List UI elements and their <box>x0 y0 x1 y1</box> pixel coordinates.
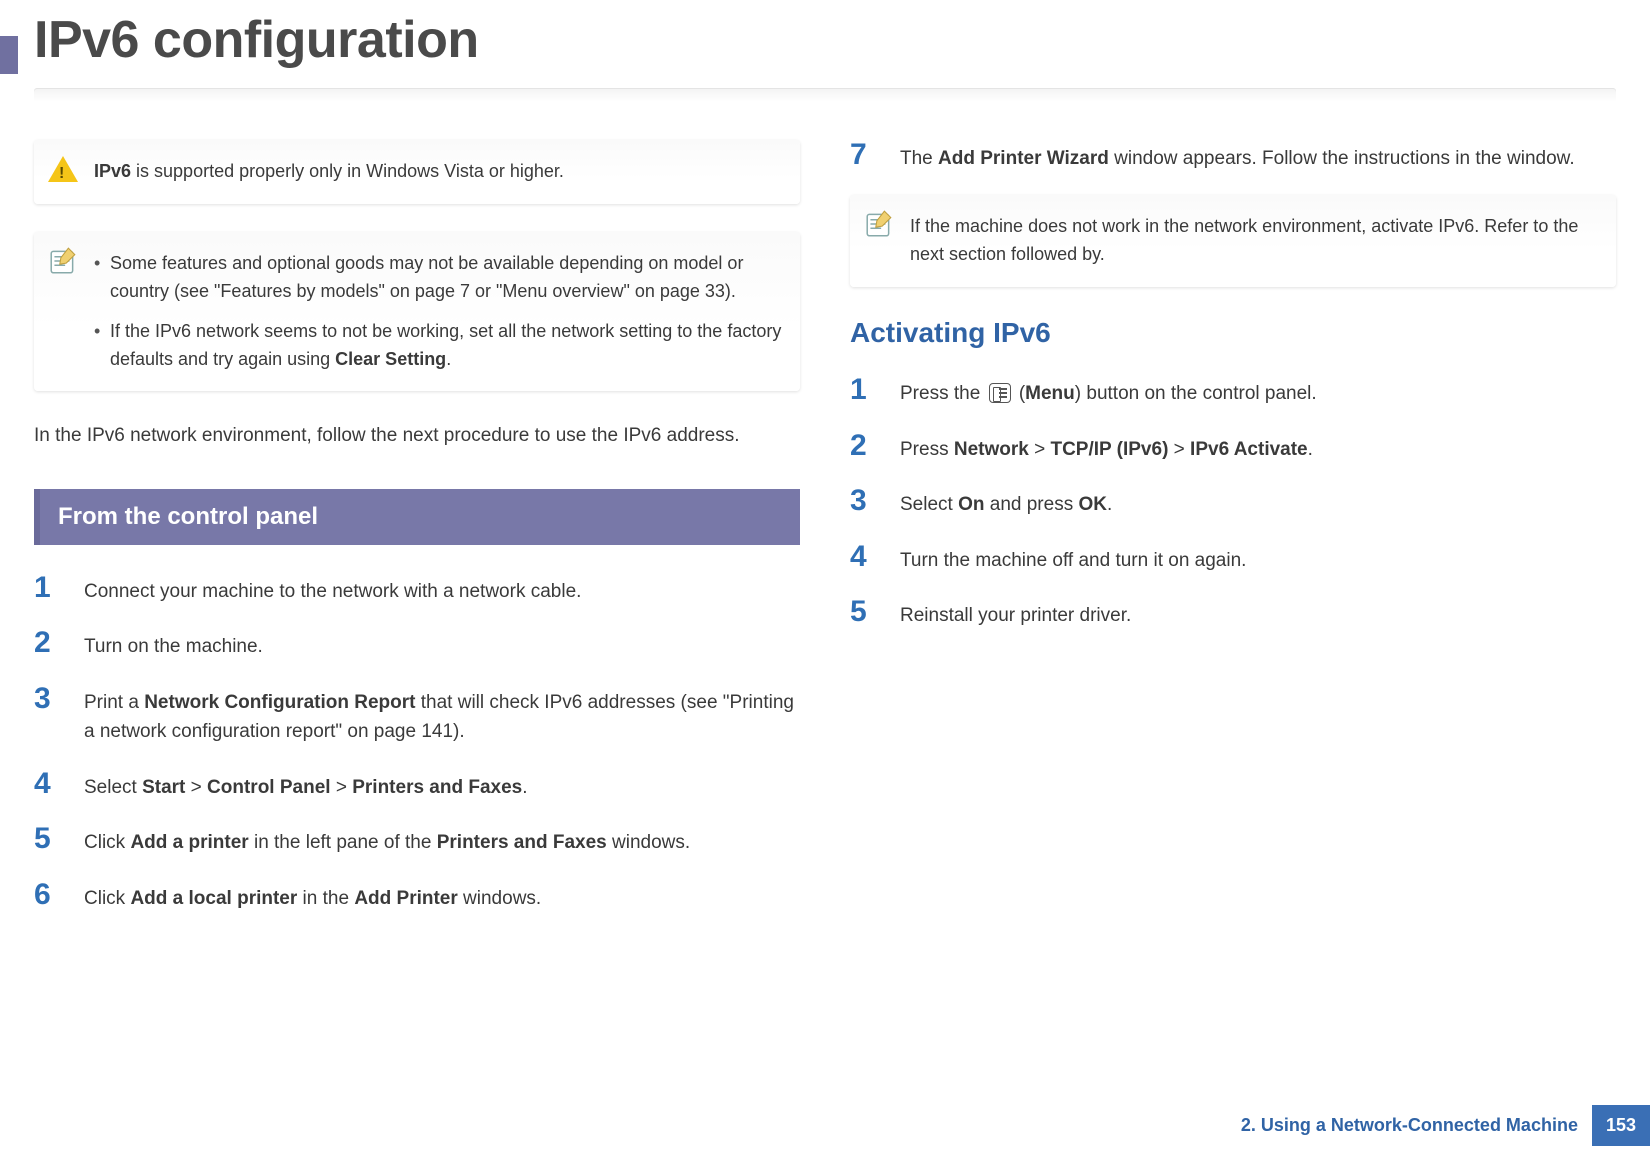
note2-text: If the machine does not work in the netw… <box>910 216 1578 264</box>
step-number: 1 <box>850 375 878 405</box>
intro-text: In the IPv6 network environment, follow … <box>34 421 800 450</box>
activate-step-3: 3 Select On and press OK. <box>850 486 1616 519</box>
footer-chapter: 2. Using a Network-Connected Machine <box>1241 1115 1578 1136</box>
step-body: Click Add a local printer in the Add Pri… <box>84 880 541 913</box>
note-icon <box>48 246 78 276</box>
step-body: Click Add a printer in the left pane of … <box>84 824 690 857</box>
step-number: 7 <box>850 140 878 170</box>
note-box-2: If the machine does not work in the netw… <box>850 195 1616 287</box>
note-icon <box>864 209 894 239</box>
section-heading: From the control panel <box>34 489 800 545</box>
note1-item1: Some features and optional goods may not… <box>94 250 782 306</box>
menu-icon <box>989 383 1011 403</box>
step-number: 1 <box>34 573 62 603</box>
step-number: 3 <box>850 486 878 516</box>
step-body: Turn on the machine. <box>84 628 263 661</box>
step-body: Turn the machine off and turn it on agai… <box>900 542 1246 575</box>
warning-icon <box>48 154 78 184</box>
step-3: 3 Print a Network Configuration Report t… <box>34 684 800 747</box>
step-7: 7 The Add Printer Wizard window appears.… <box>850 140 1616 173</box>
step-body: Select Start > Control Panel > Printers … <box>84 769 528 802</box>
step-number: 5 <box>850 597 878 627</box>
step-body: The Add Printer Wizard window appears. F… <box>900 140 1575 173</box>
step-number: 4 <box>850 542 878 572</box>
warning-box: IPv6 is supported properly only in Windo… <box>34 140 800 204</box>
page-title: IPv6 configuration <box>0 0 1650 88</box>
right-column: 7 The Add Printer Wizard window appears.… <box>850 140 1616 935</box>
step-6: 6 Click Add a local printer in the Add P… <box>34 880 800 913</box>
step-body: Press the (Menu) button on the control p… <box>900 375 1317 408</box>
note1-item2: If the IPv6 network seems to not be work… <box>94 318 782 374</box>
step-body: Press Network > TCP/IP (IPv6) > IPv6 Act… <box>900 431 1313 464</box>
activate-step-5: 5 Reinstall your printer driver. <box>850 597 1616 630</box>
step-number: 5 <box>34 824 62 854</box>
activate-step-4: 4 Turn the machine off and turn it on ag… <box>850 542 1616 575</box>
activate-step-2: 2 Press Network > TCP/IP (IPv6) > IPv6 A… <box>850 431 1616 464</box>
right-steps-top: 7 The Add Printer Wizard window appears.… <box>850 140 1616 173</box>
page-header: IPv6 configuration <box>0 0 1650 102</box>
step-number: 3 <box>34 684 62 714</box>
step-number: 6 <box>34 880 62 910</box>
step-number: 2 <box>850 431 878 461</box>
step-5: 5 Click Add a printer in the left pane o… <box>34 824 800 857</box>
step-4: 4 Select Start > Control Panel > Printer… <box>34 769 800 802</box>
header-divider <box>34 88 1616 102</box>
left-steps: 1 Connect your machine to the network wi… <box>34 573 800 913</box>
warn-bold: IPv6 <box>94 161 131 181</box>
warn-text: is supported properly only in Windows Vi… <box>131 161 564 181</box>
step-1: 1 Connect your machine to the network wi… <box>34 573 800 606</box>
note-box-1: Some features and optional goods may not… <box>34 232 800 392</box>
content-area: IPv6 is supported properly only in Windo… <box>0 102 1650 935</box>
step-body: Select On and press OK. <box>900 486 1112 519</box>
left-column: IPv6 is supported properly only in Windo… <box>34 140 800 935</box>
step-2: 2 Turn on the machine. <box>34 628 800 661</box>
header-accent <box>0 36 18 74</box>
activate-step-1: 1 Press the (Menu) button on the control… <box>850 375 1616 408</box>
subsection-title: Activating IPv6 <box>850 317 1616 349</box>
step-body: Connect your machine to the network with… <box>84 573 581 606</box>
page-footer: 2. Using a Network-Connected Machine 153 <box>0 1105 1650 1146</box>
step-body: Print a Network Configuration Report tha… <box>84 684 800 747</box>
step-number: 2 <box>34 628 62 658</box>
step-body: Reinstall your printer driver. <box>900 597 1131 630</box>
footer-page-number: 153 <box>1592 1105 1650 1146</box>
right-steps-bottom: 1 Press the (Menu) button on the control… <box>850 375 1616 630</box>
step-number: 4 <box>34 769 62 799</box>
